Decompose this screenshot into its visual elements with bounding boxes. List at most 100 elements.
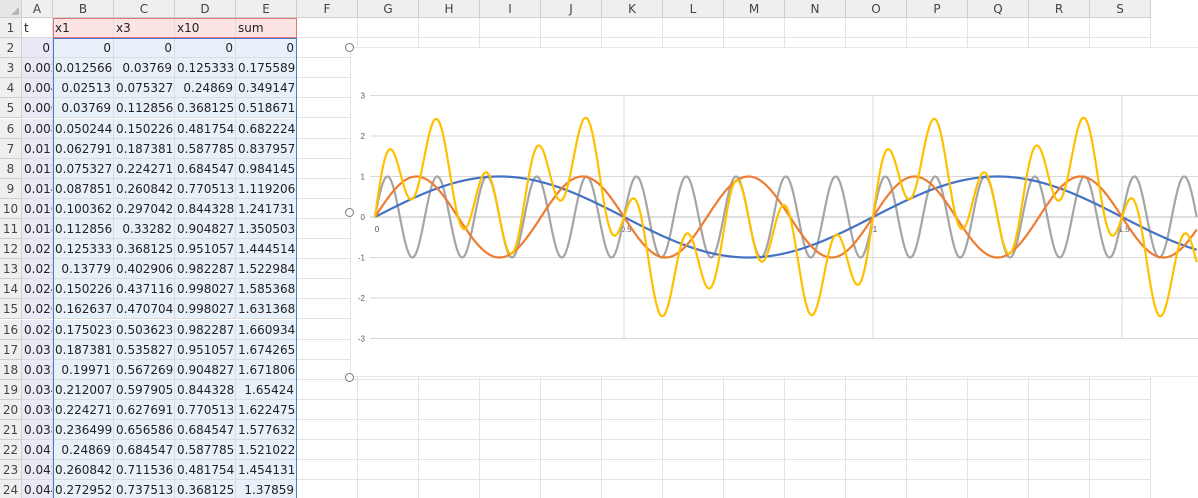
empty-cell[interactable]: [907, 399, 968, 420]
data-cell-A18[interactable]: 0.032: [22, 359, 53, 380]
data-cell-B12[interactable]: 0.125333: [53, 239, 114, 260]
column-header-S[interactable]: S: [1090, 0, 1151, 18]
row-header-22[interactable]: 22: [0, 440, 22, 461]
empty-cell[interactable]: [846, 440, 907, 461]
empty-cell[interactable]: [1090, 420, 1151, 441]
empty-cell[interactable]: [724, 480, 785, 498]
empty-cell[interactable]: [846, 399, 907, 420]
data-cell-D20[interactable]: 0.770513: [175, 399, 236, 420]
empty-cell[interactable]: [907, 420, 968, 441]
chart-resize-handle-middle-left[interactable]: [345, 208, 354, 217]
data-cell-D8[interactable]: 0.684547: [175, 158, 236, 179]
data-cell-E13[interactable]: 1.522984: [236, 259, 297, 280]
data-cell-C20[interactable]: 0.627691: [114, 399, 175, 420]
data-cell-C11[interactable]: 0.33282: [114, 219, 175, 240]
data-cell-A19[interactable]: 0.034: [22, 379, 53, 400]
data-cell-E16[interactable]: 1.660934: [236, 319, 297, 340]
data-cell-C13[interactable]: 0.402906: [114, 259, 175, 280]
empty-cell[interactable]: [968, 420, 1029, 441]
empty-cell[interactable]: [419, 440, 480, 461]
row-header-21[interactable]: 21: [0, 420, 22, 441]
empty-cell[interactable]: [541, 420, 602, 441]
data-cell-B23[interactable]: 0.260842: [53, 460, 114, 481]
data-cell-A9[interactable]: 0.014: [22, 178, 53, 199]
data-cell-A22[interactable]: 0.04: [22, 440, 53, 461]
empty-cell[interactable]: [297, 299, 358, 320]
chart-resize-handle-top-left[interactable]: [345, 43, 354, 52]
row-header-6[interactable]: 6: [0, 118, 22, 139]
empty-cell[interactable]: [785, 420, 846, 441]
empty-cell[interactable]: [1029, 399, 1090, 420]
empty-cell[interactable]: [907, 18, 968, 39]
empty-cell[interactable]: [663, 440, 724, 461]
data-cell-C4[interactable]: 0.075327: [114, 78, 175, 99]
data-cell-B5[interactable]: 0.03769: [53, 98, 114, 119]
data-cell-E11[interactable]: 1.350503: [236, 219, 297, 240]
data-cell-D15[interactable]: 0.998027: [175, 299, 236, 320]
empty-cell[interactable]: [541, 440, 602, 461]
data-cell-D17[interactable]: 0.951057: [175, 339, 236, 360]
data-cell-E18[interactable]: 1.671806: [236, 359, 297, 380]
empty-cell[interactable]: [602, 460, 663, 481]
data-cell-A21[interactable]: 0.038: [22, 420, 53, 441]
empty-cell[interactable]: [602, 18, 663, 39]
column-header-M[interactable]: M: [724, 0, 785, 18]
empty-cell[interactable]: [1029, 420, 1090, 441]
data-cell-D23[interactable]: 0.481754: [175, 460, 236, 481]
empty-cell[interactable]: [1029, 460, 1090, 481]
empty-cell[interactable]: [602, 480, 663, 498]
empty-cell[interactable]: [968, 440, 1029, 461]
data-cell-A10[interactable]: 0.016: [22, 198, 53, 219]
empty-cell[interactable]: [419, 379, 480, 400]
select-all-corner[interactable]: [0, 0, 22, 18]
empty-cell[interactable]: [1090, 440, 1151, 461]
data-cell-C5[interactable]: 0.112856: [114, 98, 175, 119]
data-cell-B19[interactable]: 0.212007: [53, 379, 114, 400]
empty-cell[interactable]: [297, 399, 358, 420]
data-cell-B17[interactable]: 0.187381: [53, 339, 114, 360]
empty-cell[interactable]: [297, 339, 358, 360]
empty-cell[interactable]: [480, 420, 541, 441]
empty-cell[interactable]: [297, 440, 358, 461]
empty-cell[interactable]: [1090, 18, 1151, 39]
data-cell-D12[interactable]: 0.951057: [175, 239, 236, 260]
empty-cell[interactable]: [297, 178, 358, 199]
empty-cell[interactable]: [541, 460, 602, 481]
data-cell-C24[interactable]: 0.737513: [114, 480, 175, 498]
data-cell-C15[interactable]: 0.470704: [114, 299, 175, 320]
empty-cell[interactable]: [358, 480, 419, 498]
empty-cell[interactable]: [297, 279, 358, 300]
empty-cell[interactable]: [297, 18, 358, 39]
data-cell-C16[interactable]: 0.503623: [114, 319, 175, 340]
data-cell-A15[interactable]: 0.026: [22, 299, 53, 320]
column-header-B[interactable]: B: [53, 0, 114, 18]
empty-cell[interactable]: [846, 420, 907, 441]
data-cell-A7[interactable]: 0.01: [22, 138, 53, 159]
data-cell-E21[interactable]: 1.577632: [236, 420, 297, 441]
data-cell-A2[interactable]: 0: [22, 38, 53, 59]
empty-cell[interactable]: [480, 460, 541, 481]
data-cell-D13[interactable]: 0.982287: [175, 259, 236, 280]
data-cell-D4[interactable]: 0.24869: [175, 78, 236, 99]
data-cell-E23[interactable]: 1.454131: [236, 460, 297, 481]
data-cell-A20[interactable]: 0.036: [22, 399, 53, 420]
data-cell-D16[interactable]: 0.982287: [175, 319, 236, 340]
data-cell-A11[interactable]: 0.018: [22, 219, 53, 240]
column-header-N[interactable]: N: [785, 0, 846, 18]
data-cell-E14[interactable]: 1.585368: [236, 279, 297, 300]
column-header-O[interactable]: O: [846, 0, 907, 18]
empty-cell[interactable]: [663, 480, 724, 498]
row-header-10[interactable]: 10: [0, 198, 22, 219]
data-cell-A16[interactable]: 0.028: [22, 319, 53, 340]
column-header-F[interactable]: F: [297, 0, 358, 18]
data-cell-C14[interactable]: 0.437116: [114, 279, 175, 300]
empty-cell[interactable]: [663, 18, 724, 39]
empty-cell[interactable]: [785, 18, 846, 39]
row-header-16[interactable]: 16: [0, 319, 22, 340]
data-cell-A23[interactable]: 0.042: [22, 460, 53, 481]
empty-cell[interactable]: [846, 18, 907, 39]
empty-cell[interactable]: [724, 399, 785, 420]
data-cell-B15[interactable]: 0.162637: [53, 299, 114, 320]
empty-cell[interactable]: [846, 480, 907, 498]
empty-cell[interactable]: [358, 379, 419, 400]
